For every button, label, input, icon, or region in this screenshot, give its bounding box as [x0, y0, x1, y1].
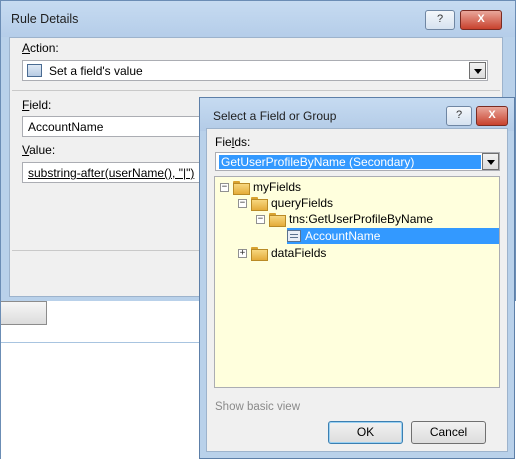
divider	[1, 342, 206, 343]
tree-node-label: AccountName	[305, 229, 381, 243]
select-field-dialog: Select a Field or Group ? X Fields: GetU…	[199, 97, 515, 459]
divider	[12, 90, 500, 91]
collapse-icon[interactable]: −	[238, 198, 247, 208]
folder-icon	[269, 213, 286, 227]
action-label: Action:	[22, 41, 59, 55]
divider	[12, 250, 202, 251]
field-icon	[287, 230, 301, 242]
chevron-down-icon[interactable]	[482, 153, 499, 170]
select-field-help-button[interactable]: ?	[446, 106, 472, 126]
data-source-value: GetUserProfileByName (Secondary)	[219, 155, 481, 169]
field-label: Field:	[22, 98, 52, 112]
tree-node-queryfields[interactable]: − queryFields	[238, 195, 333, 211]
tree-node-datafields[interactable]: + dataFields	[238, 245, 326, 261]
select-field-body: Fields: GetUserProfileByName (Secondary)…	[206, 128, 508, 452]
folder-icon	[233, 181, 250, 195]
tree-node-label: myFields	[253, 180, 302, 194]
show-basic-view-link[interactable]: Show basic view	[215, 401, 300, 413]
rule-details-close-button[interactable]: X	[460, 10, 502, 30]
action-combobox[interactable]: Set a field's value	[22, 60, 488, 81]
field-tree[interactable]: − myFields − queryFields − tns:GetUserPr…	[214, 176, 500, 388]
rule-details-help-button[interactable]: ?	[425, 10, 455, 30]
select-field-title: Select a Field or Group	[213, 109, 337, 123]
select-field-close-button[interactable]: X	[476, 106, 508, 126]
rule-details-title: Rule Details	[11, 12, 79, 26]
chevron-down-icon[interactable]	[469, 62, 486, 79]
tree-node-label: tns:GetUserProfileByName	[289, 212, 434, 226]
value-input[interactable]: substring-after(userName(), "|")	[22, 162, 202, 183]
action-combobox-value: Set a field's value	[49, 64, 143, 78]
set-field-value-icon	[27, 64, 42, 77]
tree-node-accountname[interactable]: AccountName	[287, 228, 499, 244]
expand-icon[interactable]: +	[238, 248, 247, 258]
tree-node-myfields[interactable]: − myFields	[220, 179, 301, 195]
select-field-titlebar: Select a Field or Group ? X	[200, 98, 514, 131]
cancel-button[interactable]: Cancel	[411, 421, 486, 444]
folder-icon	[251, 197, 268, 211]
ok-button[interactable]: OK	[328, 421, 403, 444]
collapse-icon[interactable]: −	[220, 182, 229, 192]
rule-details-titlebar: Rule Details ? X	[1, 1, 515, 37]
tree-node-label: queryFields	[271, 196, 334, 210]
tree-node-label: dataFields	[271, 246, 327, 260]
background-button[interactable]	[1, 301, 47, 325]
folder-icon	[251, 247, 268, 261]
tree-node-getuserprofilebyname[interactable]: − tns:GetUserProfileByName	[256, 211, 433, 227]
collapse-icon[interactable]: −	[256, 214, 265, 224]
fields-label: Fields:	[215, 135, 251, 149]
data-source-combobox[interactable]: GetUserProfileByName (Secondary)	[215, 152, 500, 171]
value-label: Value:	[22, 143, 56, 157]
field-input[interactable]: AccountName	[22, 116, 202, 137]
